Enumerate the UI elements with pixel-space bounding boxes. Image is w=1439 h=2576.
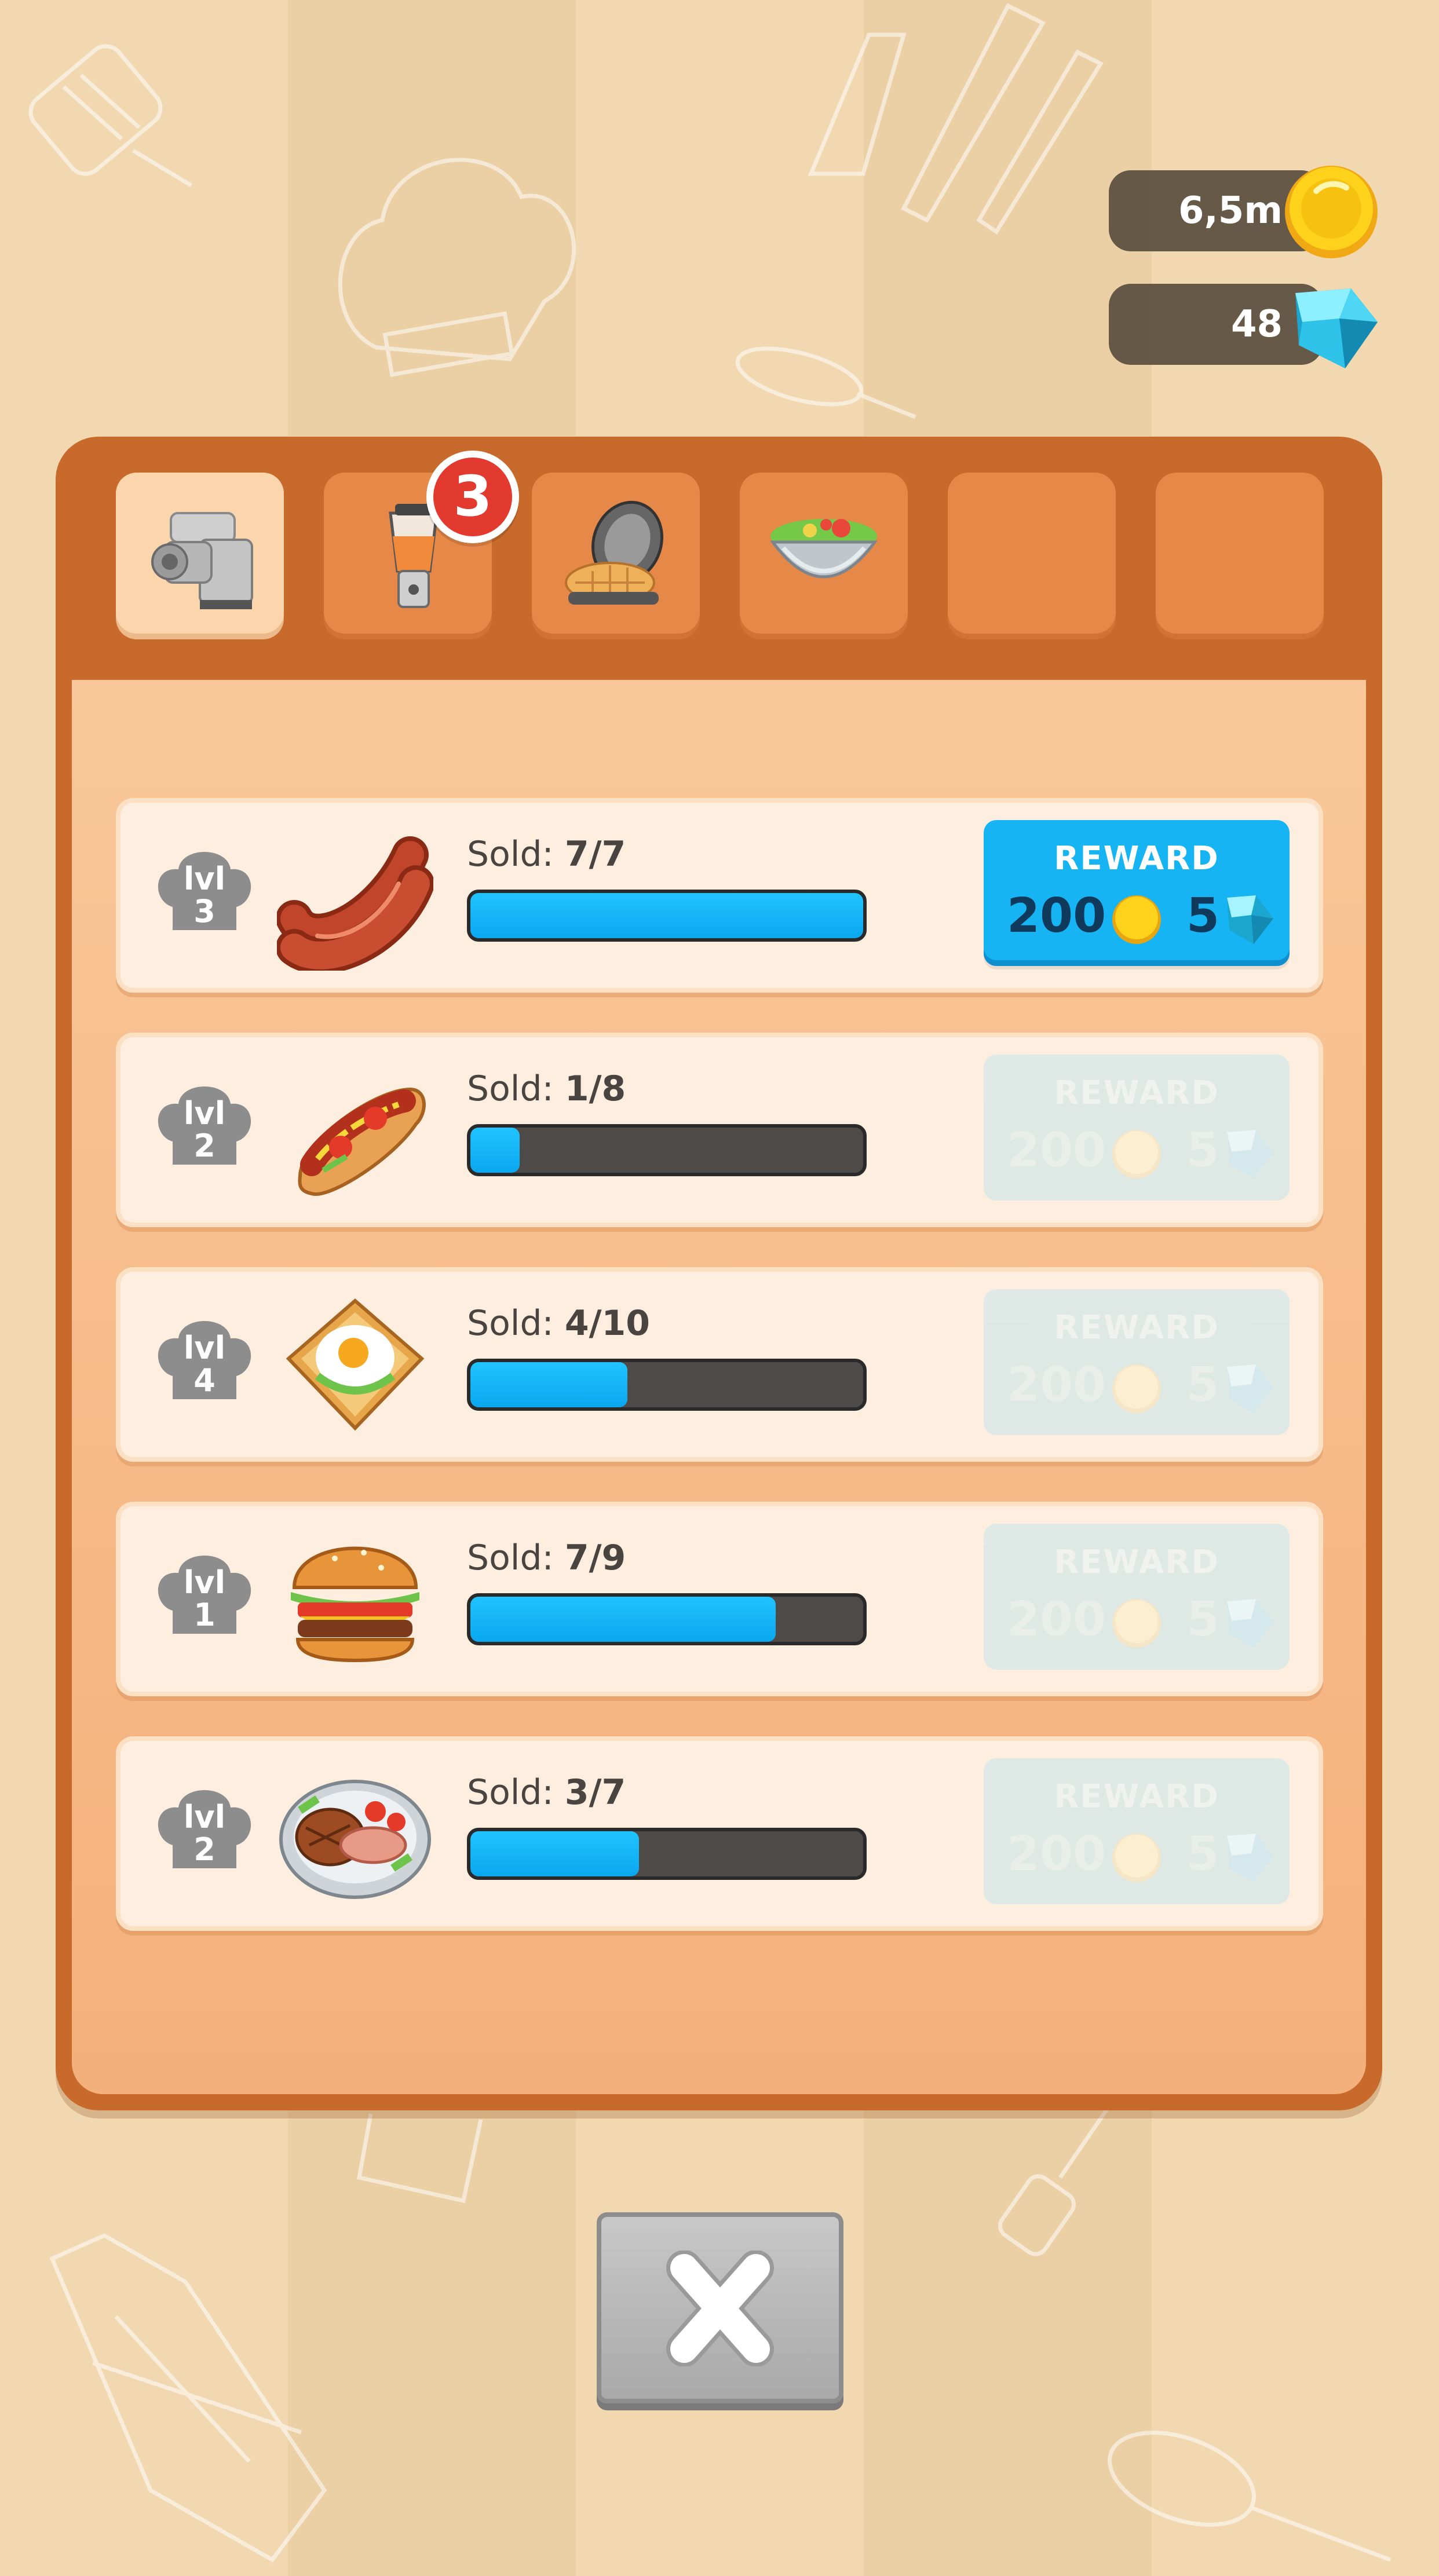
waffle-maker-icon	[565, 500, 664, 605]
reward-gems: 5	[1186, 1592, 1220, 1647]
chef-hat-doodle-icon	[338, 158, 576, 377]
reward-gems: 5	[1186, 1357, 1220, 1413]
sold-counter: Sold: 4/10	[467, 1303, 651, 1344]
list-item: lvl 1 Sold: 7/9 REWARD 200 5	[116, 1502, 1323, 1696]
spatula-doodle-icon-2	[998, 2084, 1126, 2256]
sold-counter: Sold: 7/9	[467, 1538, 626, 1578]
tab-salad-bowl[interactable]	[740, 473, 908, 639]
gold-coin-icon	[1285, 166, 1378, 258]
reward-coins: 200	[1007, 1357, 1106, 1413]
progress-fill	[470, 1597, 776, 1642]
blue-gem-icon	[1295, 288, 1378, 368]
salad-bowl-icon	[770, 519, 878, 579]
reward-button[interactable]: REWARD 200 5	[984, 1055, 1290, 1201]
reward-coins: 200	[1007, 1827, 1106, 1882]
knife-doodle-icon	[808, 3, 1104, 235]
gold-coin-icon	[1112, 1834, 1161, 1882]
steak-plate-icon	[279, 1780, 431, 1899]
hotdog-icon	[298, 1087, 426, 1196]
egg-toast-icon	[286, 1298, 425, 1431]
tab-empty-1[interactable]	[948, 473, 1116, 639]
level-hat-badge: lvl 3	[149, 843, 260, 947]
level-label: lvl	[183, 1799, 226, 1835]
gold-coin-icon	[1112, 1599, 1161, 1648]
burger-icon	[291, 1546, 419, 1663]
reward-title: REWARD	[1054, 1074, 1219, 1112]
sold-progress-bar	[467, 1359, 867, 1411]
list-item: lvl 2 Sold: 1/8 REWARD 200 5	[116, 1033, 1323, 1227]
level-hat-badge: lvl 4	[149, 1312, 260, 1417]
level-label: lvl	[183, 1095, 226, 1132]
progress-fill	[470, 1128, 520, 1173]
level-number: 2	[193, 1831, 216, 1868]
coin-counter: 6,5m	[1109, 162, 1381, 258]
reward-coins: 200	[1007, 888, 1106, 943]
reward-title: REWARD	[1054, 1309, 1219, 1346]
tab-meat-grinder[interactable]	[116, 473, 284, 639]
sold-progress-bar	[467, 1124, 867, 1176]
tab-waffle-maker[interactable]	[532, 473, 700, 639]
blue-gem-icon	[1227, 1364, 1273, 1413]
sold-counter: Sold: 7/7	[467, 834, 626, 874]
list-item: lvl 4 Sold: 4/10 REWARD 200 5	[116, 1267, 1323, 1462]
reward-button[interactable]: REWARD 200 5	[984, 1524, 1290, 1670]
progress-fill	[470, 1362, 628, 1407]
meat-grinder-icon	[151, 512, 253, 609]
list-item: lvl 2 Sold: 3/7 REWARD 200 5	[116, 1736, 1323, 1931]
whisk-doodle-icon-2	[1108, 2431, 1391, 2562]
reward-gems: 5	[1186, 888, 1220, 943]
sold-counter: Sold: 1/8	[467, 1069, 626, 1109]
chef-hat-doodle-icon-2	[356, 2113, 483, 2204]
reward-coins: 200	[1007, 1592, 1106, 1647]
reward-title: REWARD	[1054, 1778, 1219, 1816]
reward-gems: 5	[1186, 1827, 1220, 1882]
coin-amount: 6,5m	[1178, 189, 1283, 232]
sold-counter: Sold: 3/7	[467, 1772, 626, 1813]
reward-title: REWARD	[1054, 840, 1219, 877]
spatula-doodle-icon	[28, 44, 192, 188]
apron-doodle-icon	[49, 2233, 327, 2563]
sold-progress-bar	[467, 890, 867, 942]
level-number: 2	[193, 1128, 216, 1164]
level-hat-badge: lvl 2	[149, 1078, 260, 1182]
reward-title: REWARD	[1054, 1543, 1219, 1581]
reward-button[interactable]: REWARD 200 5	[984, 1758, 1290, 1904]
reward-button[interactable]: REWARD 200 5	[984, 820, 1290, 966]
progress-fill	[470, 893, 863, 938]
blue-gem-icon	[1227, 1599, 1273, 1648]
list-item: lvl 3 Sold: 7/7 REWARD 200 5	[116, 798, 1323, 993]
level-label: lvl	[183, 861, 226, 897]
level-hat-badge: lvl 2	[149, 1781, 260, 1886]
reward-button[interactable]: REWARD 200 5	[984, 1289, 1290, 1435]
gold-coin-icon	[1112, 895, 1161, 944]
blue-gem-icon	[1227, 1834, 1273, 1882]
blue-gem-icon	[1227, 895, 1273, 944]
blue-gem-icon	[1227, 1130, 1273, 1179]
notification-badge: 3	[426, 451, 519, 543]
close-icon	[666, 2251, 774, 2366]
sausages-icon	[277, 836, 433, 971]
level-hat-badge: lvl 1	[149, 1547, 260, 1651]
whisk-doodle-icon	[735, 346, 916, 419]
gem-amount: 48	[1230, 303, 1283, 346]
level-label: lvl	[183, 1564, 226, 1601]
sold-progress-bar	[467, 1828, 867, 1880]
sold-progress-bar	[467, 1593, 867, 1645]
gem-counter: 48	[1109, 276, 1381, 368]
gold-coin-icon	[1112, 1130, 1161, 1179]
reward-coins: 200	[1007, 1123, 1106, 1178]
reward-gems: 5	[1186, 1123, 1220, 1178]
level-number: 4	[193, 1362, 216, 1399]
tab-empty-2[interactable]	[1156, 473, 1324, 639]
gold-coin-icon	[1112, 1364, 1161, 1413]
level-number: 1	[193, 1597, 216, 1633]
level-number: 3	[193, 893, 216, 930]
progress-fill	[470, 1831, 639, 1876]
level-label: lvl	[183, 1330, 226, 1366]
close-button[interactable]	[597, 2212, 843, 2403]
